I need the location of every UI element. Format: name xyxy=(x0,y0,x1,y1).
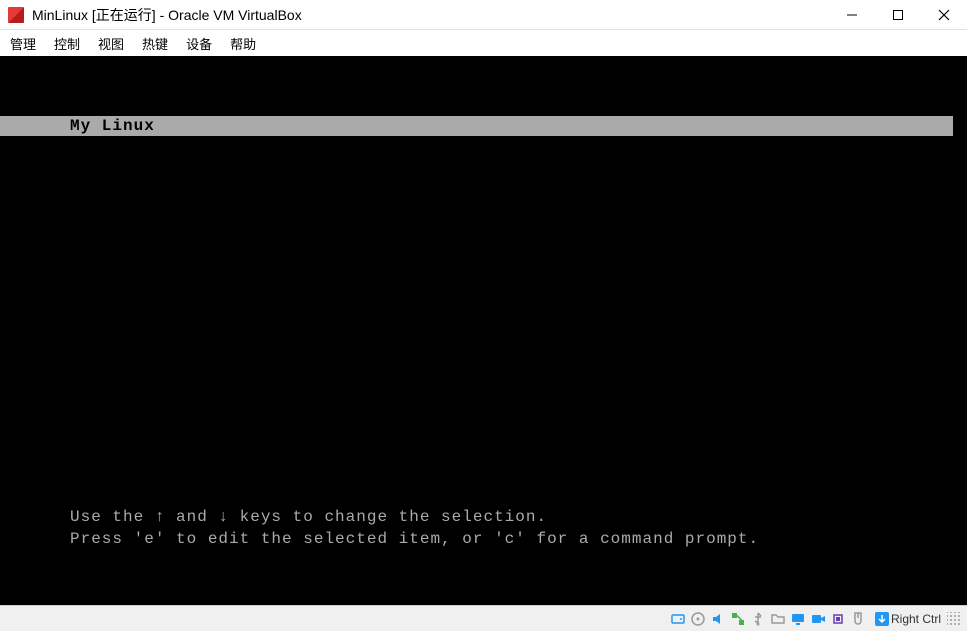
shared-folder-icon[interactable] xyxy=(769,610,787,628)
recording-icon[interactable] xyxy=(809,610,827,628)
usb-icon[interactable] xyxy=(749,610,767,628)
menu-devices[interactable]: 设备 xyxy=(186,34,212,53)
optical-disk-icon[interactable] xyxy=(689,610,707,628)
menubar: 管理 控制 视图 热键 设备 帮助 xyxy=(0,30,967,56)
boot-menu-selected-entry[interactable]: My Linux xyxy=(0,116,953,136)
host-key-indicator[interactable]: Right Ctrl xyxy=(875,612,941,626)
close-button[interactable] xyxy=(921,0,967,29)
hint-line1: Use the ↑ and ↓ keys to change the selec… xyxy=(70,508,547,526)
menu-help[interactable]: 帮助 xyxy=(230,34,256,53)
menu-control[interactable]: 控制 xyxy=(54,34,80,53)
vm-display[interactable]: My Linux Use the ↑ and ↓ keys to change … xyxy=(0,56,967,605)
host-key-label: Right Ctrl xyxy=(891,612,941,626)
minimize-button[interactable] xyxy=(829,0,875,29)
resize-grip-icon[interactable] xyxy=(947,612,961,626)
maximize-button[interactable] xyxy=(875,0,921,29)
hard-disk-icon[interactable] xyxy=(669,610,687,628)
boot-hint-text: Use the ↑ and ↓ keys to change the selec… xyxy=(70,506,759,550)
menu-manage[interactable]: 管理 xyxy=(10,34,36,53)
hint-line2: Press 'e' to edit the selected item, or … xyxy=(70,530,759,548)
cpu-icon[interactable] xyxy=(829,610,847,628)
audio-icon[interactable] xyxy=(709,610,727,628)
titlebar: MinLinux [正在运行] - Oracle VM VirtualBox xyxy=(0,0,967,30)
menu-view[interactable]: 视图 xyxy=(98,34,124,53)
window-title: MinLinux [正在运行] - Oracle VM VirtualBox xyxy=(32,5,829,25)
display-icon[interactable] xyxy=(789,610,807,628)
virtualbox-app-icon xyxy=(8,7,24,23)
statusbar: Right Ctrl xyxy=(0,605,967,631)
host-key-arrow-icon xyxy=(875,612,889,626)
network-icon[interactable] xyxy=(729,610,747,628)
window-controls xyxy=(829,0,967,29)
menu-hotkeys[interactable]: 热键 xyxy=(142,34,168,53)
mouse-integration-icon[interactable] xyxy=(849,610,867,628)
